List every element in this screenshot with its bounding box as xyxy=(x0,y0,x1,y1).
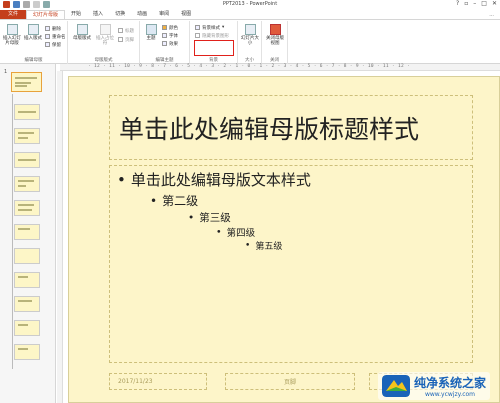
thumbnail-layout[interactable] xyxy=(14,200,40,216)
master-layout-icon xyxy=(76,24,88,35)
master-layout-button[interactable]: 母版版式 xyxy=(71,24,93,41)
ribbon-display-icon[interactable]: ▫ xyxy=(464,0,468,7)
dropdown-arrow-icon: ▾ xyxy=(222,25,225,30)
group-master-layout: 母版版式 插入占位符 标题 页脚 母版版式 xyxy=(68,21,140,64)
delete-icon xyxy=(45,26,50,31)
thumbnail-layout[interactable] xyxy=(14,248,40,264)
thumbnail-layout[interactable] xyxy=(14,104,40,120)
background-styles-button[interactable]: 背景样式 ▾ xyxy=(195,24,224,31)
thumbnail-layout[interactable] xyxy=(14,176,40,192)
background-styles-highlight xyxy=(194,40,234,56)
delete-button[interactable]: 删除 xyxy=(45,25,61,32)
thumbnail-master[interactable] xyxy=(11,72,42,92)
insert-slide-master-icon xyxy=(6,24,18,35)
group-label-edit-master: 编辑母版 xyxy=(24,58,43,63)
colors-button[interactable]: 颜色 xyxy=(162,24,178,31)
group-edit-theme: 主题 颜色 字体 效果 编辑主题 xyxy=(140,21,190,64)
text-level-1: • 单击此处编辑母版文本样式 xyxy=(117,170,311,190)
watermark-brand: 纯净系统之家 xyxy=(413,376,486,390)
preserve-icon xyxy=(45,42,50,47)
group-edit-master: 插入幻灯片母版 插入版式 删除 重命名 保留 编辑母版 xyxy=(0,21,68,64)
group-label-size: 大小 xyxy=(245,58,254,63)
text-level-3: • 第三级 xyxy=(188,211,231,225)
body-placeholder[interactable]: • 单击此处编辑母版文本样式 • 第二级 • 第三级 • 第四级 • 第五级 xyxy=(109,165,473,363)
themes-button[interactable]: 主题 xyxy=(142,24,160,41)
insert-placeholder-icon xyxy=(99,24,111,35)
fonts-button[interactable]: 字体 xyxy=(162,32,178,39)
insert-placeholder-button[interactable]: 插入占位符 xyxy=(94,24,116,46)
ribbon: 插入幻灯片母版 插入版式 删除 重命名 保留 编辑母版 母版版式 插入占位符 标… xyxy=(0,19,500,64)
group-label-close: 关闭 xyxy=(270,58,279,63)
text-level-5: • 第五级 xyxy=(245,240,283,253)
background-styles-icon xyxy=(195,25,200,30)
watermark-url: www.ycwjzy.com xyxy=(424,391,476,398)
horizontal-ruler: · 12 · 11 · 10 · 9 · 8 · 7 · 6 · 5 · 4 ·… xyxy=(60,64,500,71)
insert-layout-button[interactable]: 插入版式 xyxy=(23,24,43,41)
title-bar: PPT2013 - PowerPoint ? ▫ – □ ✕ xyxy=(0,0,500,10)
group-close: 关闭母版视图 关闭 xyxy=(262,21,288,64)
title-placeholder[interactable]: 单击此处编辑母版标题样式 xyxy=(109,95,473,160)
slide-master-canvas[interactable]: 单击此处编辑母版标题样式 • 单击此处编辑母版文本样式 • 第二级 • 第三级 • 第四… xyxy=(68,76,500,403)
close-icon[interactable]: ✕ xyxy=(492,0,497,7)
group-label-background: 背景 xyxy=(209,58,218,63)
watermark: 纯净系统之家 www.ycwjzy.com xyxy=(377,372,490,400)
group-label-edit-theme: 编辑主题 xyxy=(155,58,174,63)
footer-checkbox[interactable]: 页脚 xyxy=(118,36,134,43)
colors-icon xyxy=(162,25,167,30)
help-icon[interactable]: ? xyxy=(456,0,459,7)
group-label-master-layout: 母版版式 xyxy=(94,58,113,63)
preserve-button[interactable]: 保留 xyxy=(45,41,61,48)
tab-view[interactable]: 视图 xyxy=(175,10,197,19)
date-placeholder[interactable]: 2017/11/23 xyxy=(109,373,207,390)
title-text: 单击此处编辑母版标题样式 xyxy=(119,114,420,144)
rename-icon xyxy=(45,34,50,39)
watermark-logo-icon xyxy=(381,375,410,397)
hide-background-graphics-checkbox[interactable]: 隐藏背景图形 xyxy=(195,32,229,39)
thumbnail-layout[interactable] xyxy=(14,152,40,168)
fonts-icon xyxy=(162,33,167,38)
tab-home[interactable]: 开始 xyxy=(65,10,87,19)
text-level-2: • 第二级 xyxy=(150,193,199,209)
thumbnail-layout[interactable] xyxy=(14,224,40,240)
footer-placeholder[interactable]: 页脚 xyxy=(225,373,355,390)
tab-file[interactable]: 文件 xyxy=(0,10,27,19)
ribbon-tabs: 文件 幻灯片母版 开始 插入 切换 动画 审阅 视图 ... xyxy=(0,10,500,19)
minimize-icon[interactable]: – xyxy=(473,0,476,7)
slide-size-button[interactable]: 幻灯片大小 xyxy=(240,24,260,46)
thumbnail-layout[interactable] xyxy=(14,128,40,144)
group-size: 幻灯片大小 大小 xyxy=(238,21,262,64)
tab-animations[interactable]: 动画 xyxy=(131,10,153,19)
thumbnail-layout[interactable] xyxy=(14,320,40,336)
tab-insert[interactable]: 插入 xyxy=(87,10,109,19)
text-level-4: • 第四级 xyxy=(216,226,256,240)
thumbnail-layout[interactable] xyxy=(14,272,40,288)
window-title: PPT2013 - PowerPoint xyxy=(222,1,278,7)
close-master-view-icon xyxy=(269,24,281,35)
thumbnail-number: 1 xyxy=(4,69,8,75)
tab-transitions[interactable]: 切换 xyxy=(109,10,131,19)
themes-icon xyxy=(145,24,157,35)
thumbnail-layout[interactable] xyxy=(14,344,40,360)
window-controls: ? ▫ – □ ✕ xyxy=(456,0,497,7)
effects-icon xyxy=(162,41,167,46)
tab-slide-master[interactable]: 幻灯片母版 xyxy=(26,10,66,19)
slide-size-icon xyxy=(244,24,256,35)
title-checkbox[interactable]: 标题 xyxy=(118,27,134,34)
close-master-view-button[interactable]: 关闭母版视图 xyxy=(264,24,286,46)
thumbnail-layout[interactable] xyxy=(14,296,40,312)
slide-thumbnails-panel: 1 xyxy=(0,64,56,403)
tab-review[interactable]: 审阅 xyxy=(153,10,175,19)
user-name[interactable]: ... xyxy=(489,12,500,18)
maximize-icon[interactable]: □ xyxy=(481,0,487,7)
insert-slide-master-button[interactable]: 插入幻灯片母版 xyxy=(2,24,22,46)
insert-layout-icon xyxy=(27,24,39,35)
vertical-ruler xyxy=(57,71,63,403)
effects-button[interactable]: 效果 xyxy=(162,40,178,47)
rename-button[interactable]: 重命名 xyxy=(45,33,66,40)
